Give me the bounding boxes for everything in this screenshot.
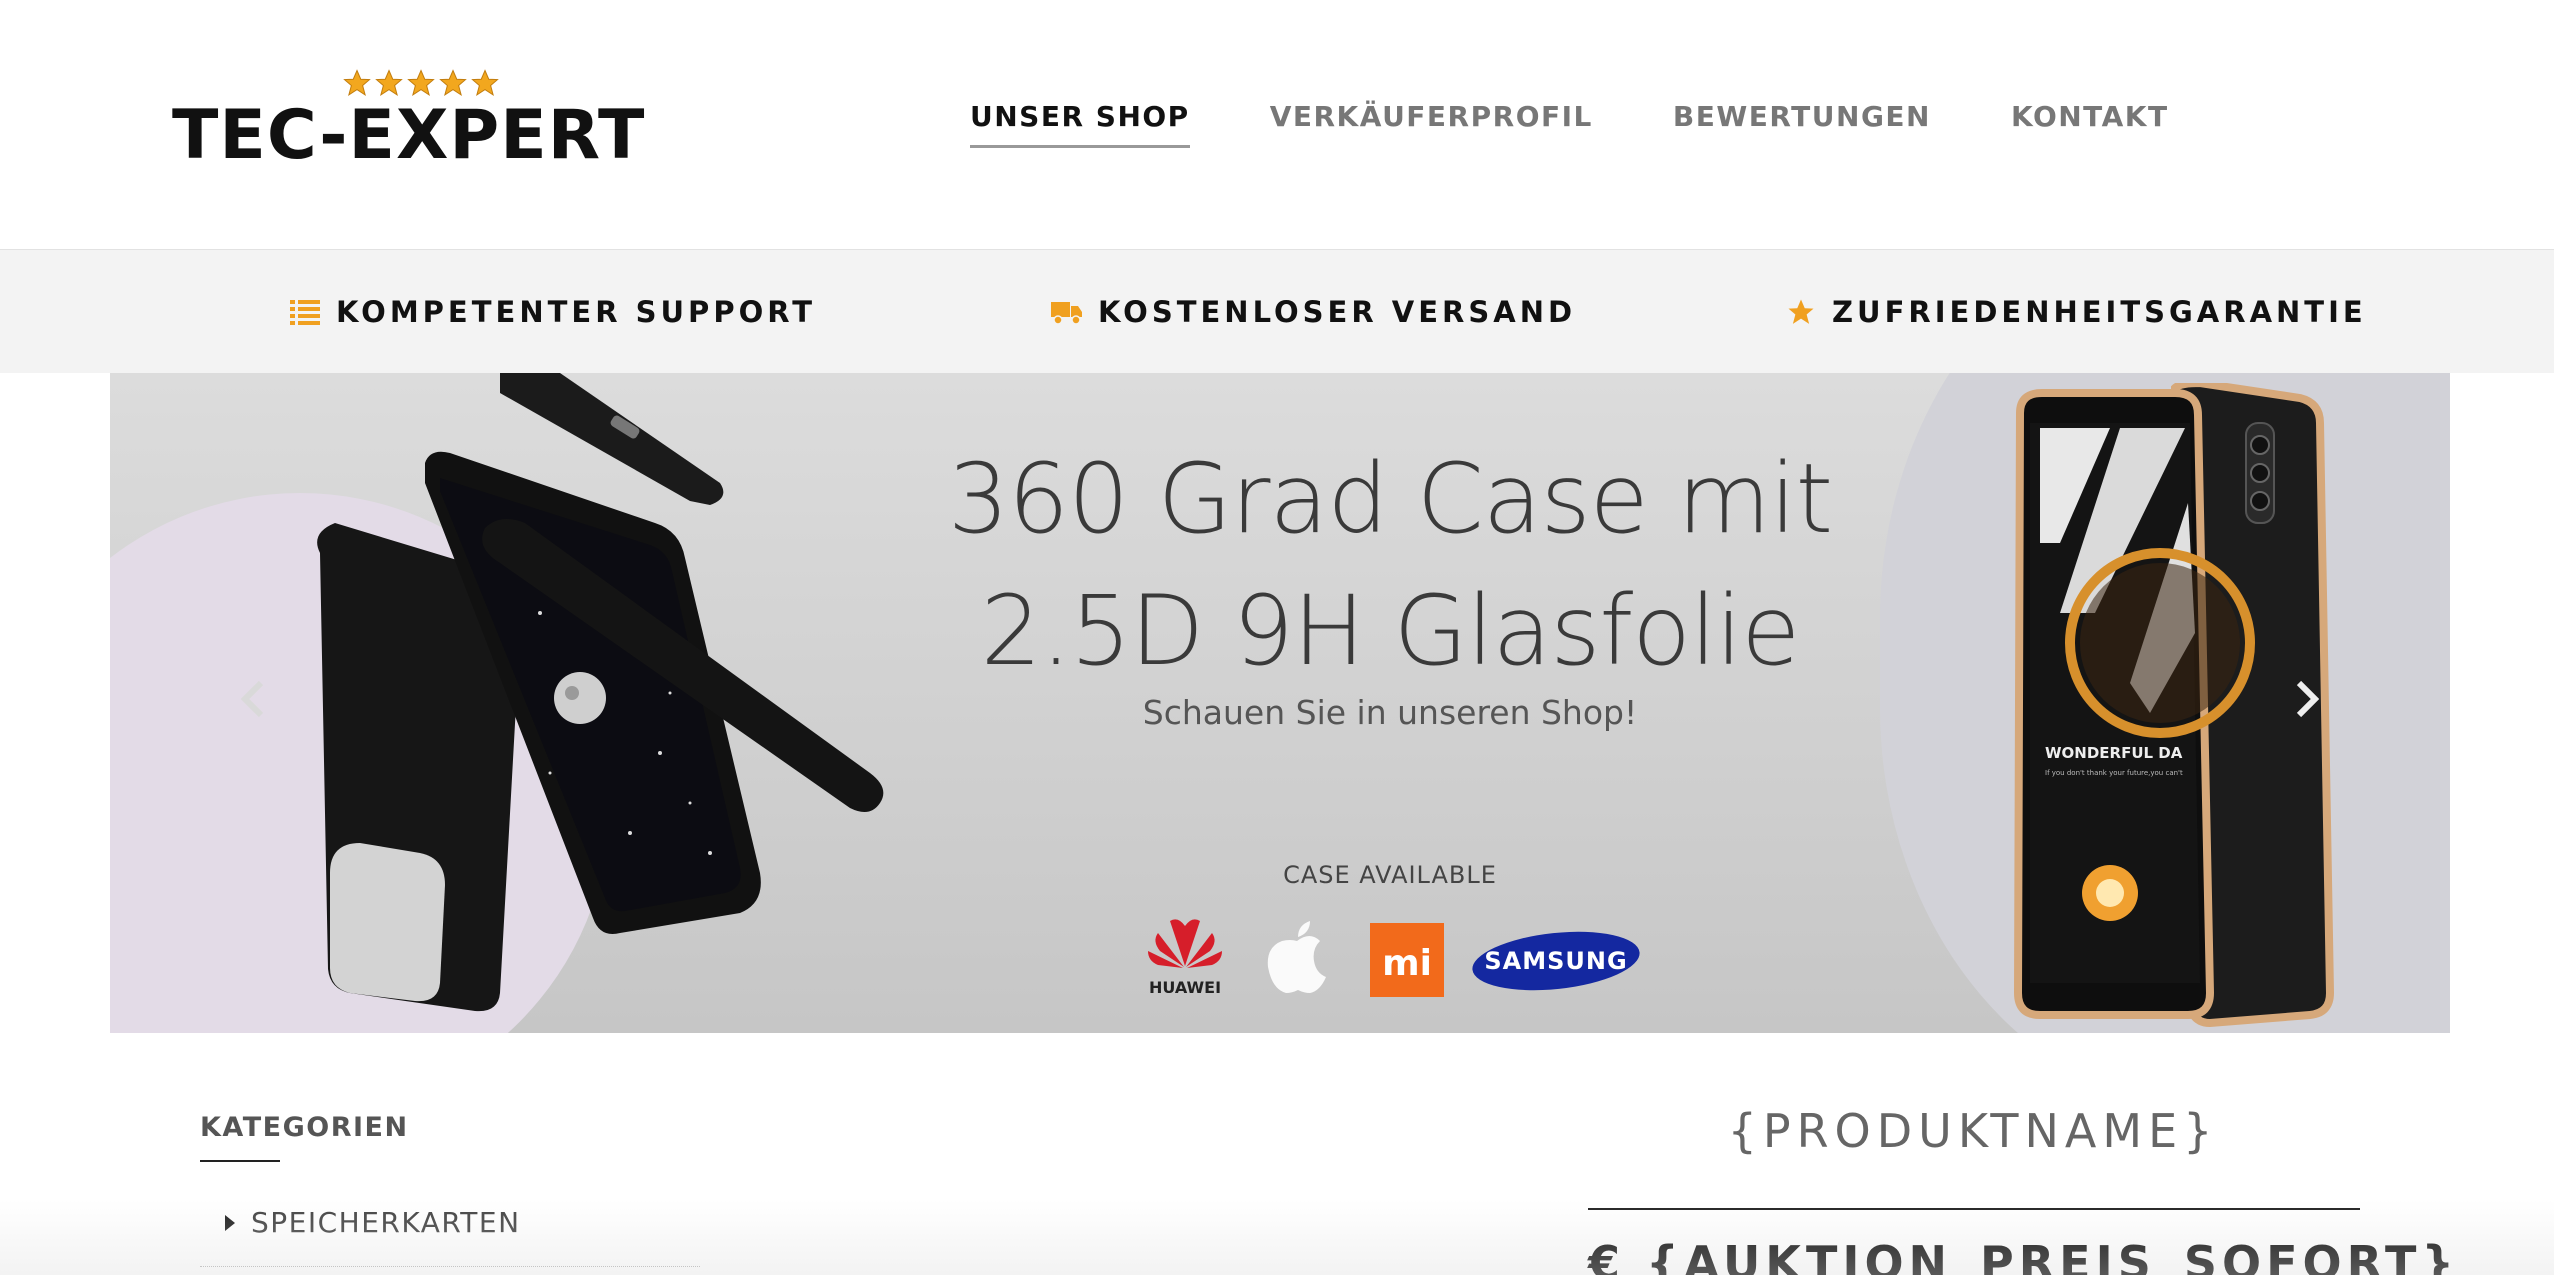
feature-bar: KOMPETENTER SUPPORT KOSTENLOSER VERSAND … bbox=[0, 250, 2554, 373]
logo-text: TEC-EXPERT bbox=[172, 96, 646, 175]
feature-label: KOSTENLOSER VERSAND bbox=[1098, 294, 1577, 329]
slider-prev-button[interactable] bbox=[228, 669, 278, 729]
nav-kontakt[interactable]: KONTAKT bbox=[2011, 100, 2169, 148]
star-icon bbox=[407, 69, 435, 96]
slide-title: 360 Grad Case mit 2.5D 9H Glasfolie bbox=[630, 433, 2150, 697]
brand-logos: HUAWEI mi SAMSUNG bbox=[1030, 911, 1750, 1001]
slide-title-line2: 2.5D 9H Glasfolie bbox=[980, 575, 1801, 687]
category-divider bbox=[200, 1266, 700, 1267]
samsung-logo: SAMSUNG bbox=[1472, 931, 1640, 991]
feature-shipping: KOSTENLOSER VERSAND bbox=[1050, 250, 1576, 373]
product-divider bbox=[1588, 1208, 2360, 1210]
huawei-logo: HUAWEI bbox=[1148, 919, 1222, 997]
star-icon bbox=[471, 69, 499, 96]
hero-slider[interactable]: WONDERFUL DA If you don't thank your fut… bbox=[110, 373, 2450, 1033]
chevron-left-icon bbox=[241, 680, 264, 718]
caret-right-icon bbox=[225, 1214, 235, 1231]
star-icon bbox=[439, 69, 467, 96]
slider-next-button[interactable] bbox=[2282, 669, 2332, 729]
star-icon bbox=[375, 69, 403, 96]
chevron-right-icon bbox=[2296, 680, 2319, 718]
site-header: TEC-EXPERT UNSER SHOP VERKÄUFERPROFIL BE… bbox=[0, 0, 2554, 250]
product-name: {PRODUKTNAME} bbox=[1727, 1104, 2219, 1158]
main-nav: UNSER SHOP VERKÄUFERPROFIL BEWERTUNGEN K… bbox=[970, 100, 2169, 148]
slide-title-line1: 360 Grad Case mit bbox=[947, 443, 1833, 555]
categories-title: KATEGORIEN bbox=[200, 1112, 409, 1143]
nav-unser-shop[interactable]: UNSER SHOP bbox=[970, 100, 1190, 148]
xiaomi-logo: mi bbox=[1370, 923, 1444, 997]
list-icon bbox=[288, 295, 322, 329]
feature-support: KOMPETENTER SUPPORT bbox=[288, 250, 816, 373]
categories-underline bbox=[200, 1160, 280, 1162]
nav-verkaeuferprofil[interactable]: VERKÄUFERPROFIL bbox=[1270, 100, 1593, 148]
star-icon bbox=[1784, 295, 1818, 329]
category-item[interactable]: SPEICHERKARTEN bbox=[225, 1206, 521, 1239]
phone-screen-headline: WONDERFUL DA bbox=[2045, 744, 2183, 762]
feature-guarantee: ZUFRIEDENHEITSGARANTIE bbox=[1784, 250, 2367, 373]
feature-label: KOMPETENTER SUPPORT bbox=[336, 294, 817, 329]
phone-screen-caption: If you don't thank your future,you can't bbox=[2045, 769, 2183, 777]
category-label: SPEICHERKARTEN bbox=[251, 1206, 521, 1239]
star-icon bbox=[343, 69, 371, 96]
samsung-text: SAMSUNG bbox=[1484, 947, 1627, 975]
xiaomi-text: mi bbox=[1382, 943, 1432, 984]
product-price: € {AUKTION_PREIS_SOFORT} bbox=[1588, 1236, 2460, 1275]
nav-bewertungen[interactable]: BEWERTUNGEN bbox=[1673, 100, 1931, 148]
feature-label: ZUFRIEDENHEITSGARANTIE bbox=[1832, 294, 2367, 329]
huawei-text: HUAWEI bbox=[1149, 978, 1221, 997]
truck-icon bbox=[1050, 295, 1084, 329]
site-logo[interactable]: TEC-EXPERT bbox=[172, 68, 672, 178]
slide-subtitle: Schauen Sie in unseren Shop! bbox=[1142, 693, 1638, 732]
case-available-label: CASE AVAILABLE bbox=[1283, 861, 1497, 889]
apple-logo-icon bbox=[1267, 921, 1326, 993]
